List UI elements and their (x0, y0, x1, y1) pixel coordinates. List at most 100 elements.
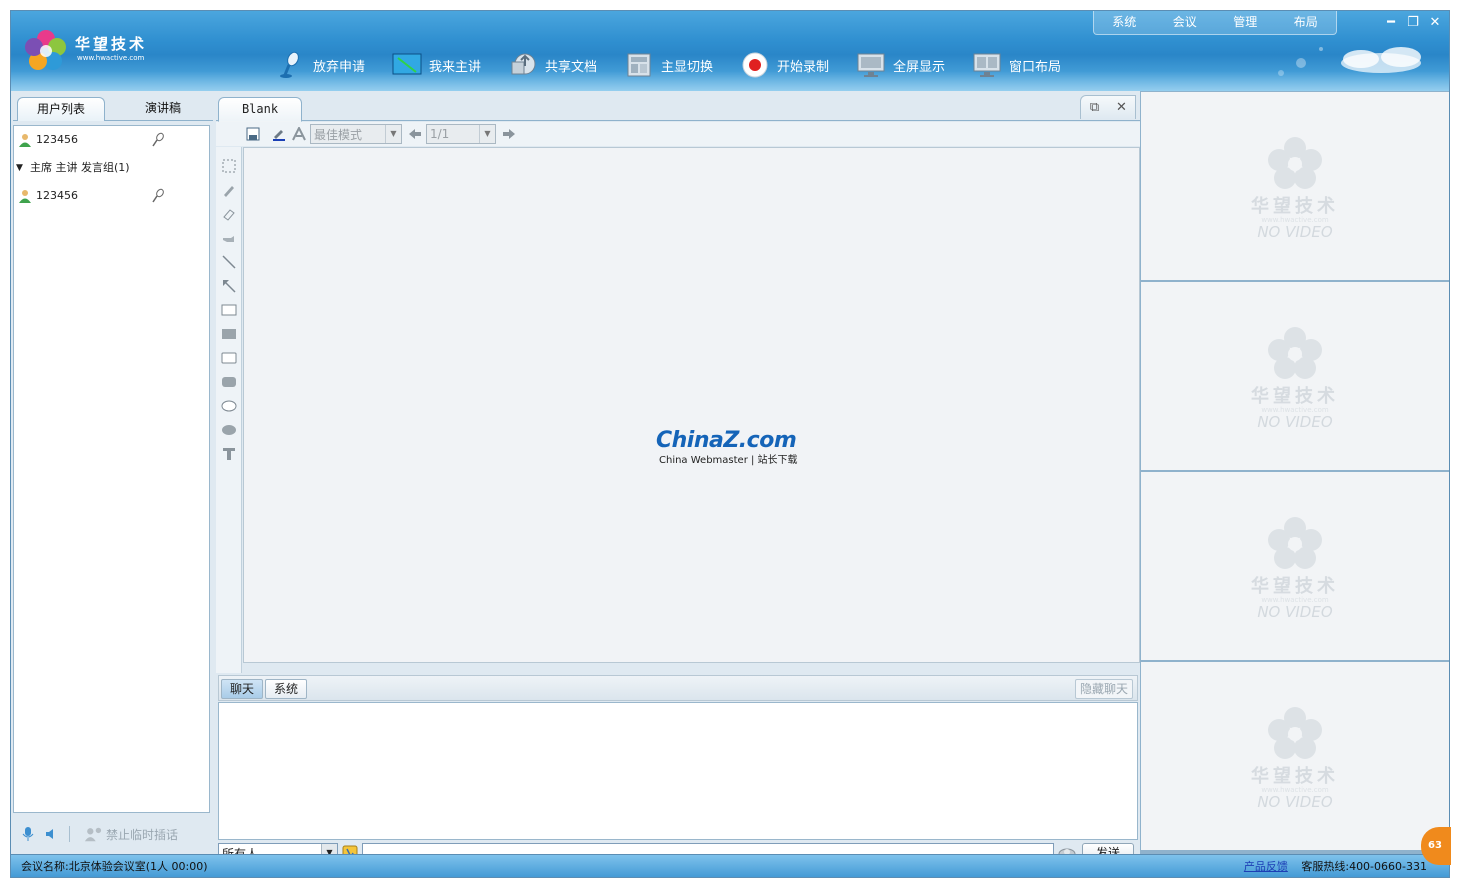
user-name: 123456 (36, 189, 78, 202)
document-area: Blank ⧉ ✕ 最佳模式 ▼ 1/1 ▼ ChinaZ.com China … (216, 91, 1140, 863)
share-document-label: 共享文档 (545, 59, 598, 75)
chevron-down-icon[interactable]: ▼ (385, 125, 401, 143)
start-record-button[interactable]: 开始录制 (740, 49, 856, 81)
user-list: 123456 ▼ 主席 主讲 发言组(1) 123456 (13, 125, 210, 813)
menu-manage[interactable]: 管理 (1215, 11, 1276, 34)
share-document-icon (508, 51, 538, 79)
tab-system[interactable]: 系统 (265, 679, 308, 699)
page-select[interactable]: 1/1 ▼ (426, 124, 496, 144)
tab-blank[interactable]: Blank (218, 97, 302, 122)
user-icon (19, 134, 31, 147)
tab-speech-notes[interactable]: 演讲稿 (119, 97, 207, 121)
video-brand: 华望技术 (1251, 766, 1339, 787)
window-layout-label: 窗口布局 (1009, 59, 1062, 75)
main-toolbar: 放弃申请 我来主讲 共享文档 主显切换 开始录制 全屏显示 窗口布局 (276, 49, 1088, 81)
chat-area: 聊天 系统 隐藏聊天 所有人 ▼ 发送 (216, 675, 1140, 863)
clouds-decoration (1278, 47, 1421, 76)
close-document-icon[interactable]: ✕ (1114, 100, 1130, 116)
video-panel[interactable]: 华望技术 www.hwactive.com NO VIDEO (1141, 472, 1449, 660)
filled-rounded-rectangle-icon[interactable] (220, 373, 238, 391)
whiteboard-canvas[interactable]: ChinaZ.com China Webmaster | 站长下载 (243, 147, 1140, 663)
share-document-button[interactable]: 共享文档 (508, 49, 624, 81)
video-status: NO VIDEO (1257, 793, 1333, 811)
video-panel[interactable]: 华望技术 www.hwactive.com NO VIDEO (1141, 662, 1449, 850)
microphone-icon (276, 51, 306, 79)
ellipse-icon[interactable] (220, 397, 238, 415)
user-row[interactable]: 123456 (14, 128, 209, 152)
watermark: ChinaZ.com China Webmaster | 站长下载 (656, 428, 816, 468)
video-panel[interactable]: 华望技术 www.hwactive.com NO VIDEO (1141, 92, 1449, 280)
video-panel[interactable]: 华望技术 www.hwactive.com NO VIDEO (1141, 282, 1449, 470)
take-presenter-button[interactable]: 我来主讲 (392, 49, 508, 81)
filled-ellipse-icon[interactable] (220, 421, 238, 439)
filled-rectangle-icon[interactable] (220, 325, 238, 343)
giveup-request-button[interactable]: 放弃申请 (276, 49, 392, 81)
mic-off-icon[interactable] (150, 188, 166, 204)
status-right: 产品反馈 客服热线:400-0660-331 (1244, 855, 1427, 877)
document-toolbar: 最佳模式 ▼ 1/1 ▼ (216, 122, 1140, 146)
video-placeholder: 华望技术 www.hwactive.com NO VIDEO (1141, 324, 1449, 434)
notification-badge[interactable]: 63 (1421, 827, 1451, 865)
prev-page-icon[interactable] (406, 125, 424, 143)
divider (69, 826, 70, 842)
record-icon (740, 51, 770, 79)
watermark-main: ChinaZ.com (656, 428, 797, 453)
take-presenter-label: 我来主讲 (429, 59, 482, 75)
eraser-icon[interactable] (220, 205, 238, 223)
text-tool-icon[interactable] (220, 445, 238, 463)
expand-triangle-icon[interactable]: ▼ (16, 157, 23, 179)
video-placeholder: 华望技术 www.hwactive.com NO VIDEO (1141, 704, 1449, 814)
hide-chat-button[interactable]: 隐藏聊天 (1074, 679, 1133, 699)
chevron-down-icon[interactable]: ▼ (479, 125, 495, 143)
fullscreen-button[interactable]: 全屏显示 (856, 49, 972, 81)
left-tabs: 用户列表 演讲稿 (13, 97, 213, 121)
tab-user-list[interactable]: 用户列表 (17, 97, 105, 121)
mic-off-icon[interactable] (150, 132, 166, 148)
logo-url: www.hwactive.com (77, 54, 145, 62)
chat-tabs: 聊天 系统 隐藏聊天 (218, 675, 1138, 701)
feedback-link[interactable]: 产品反馈 (1244, 860, 1288, 873)
watermark-sub: China Webmaster | 站长下载 (659, 455, 798, 466)
disable-interrupt-label[interactable]: 禁止临时插话 (106, 826, 178, 843)
font-icon[interactable] (290, 125, 308, 143)
user-name: 123456 (36, 133, 78, 146)
video-status: NO VIDEO (1257, 603, 1333, 621)
restore-icon[interactable]: ❐ (1405, 15, 1421, 31)
group-row[interactable]: ▼ 主席 主讲 发言组(1) (14, 157, 209, 179)
menu-meeting[interactable]: 会议 (1155, 11, 1216, 34)
pointer-hand-icon[interactable] (220, 229, 238, 247)
rectangle-icon[interactable] (220, 301, 238, 319)
pen-color-icon[interactable] (270, 125, 288, 143)
conference-window: 华望技术 www.hwactive.com 系统 会议 管理 布局 ━ ❐ ✕ (10, 10, 1450, 878)
menu-system[interactable]: 系统 (1094, 11, 1155, 34)
meeting-info: 会议名称:北京体验会议室(1人 00:00) (21, 860, 208, 873)
flower-logo-icon (1268, 327, 1322, 379)
next-page-icon[interactable] (500, 125, 518, 143)
group-name: 主席 主讲 发言组(1) (30, 161, 130, 174)
popout-icon[interactable]: ⧉ (1087, 100, 1103, 116)
select-rect-icon[interactable] (220, 157, 238, 175)
view-mode-select[interactable]: 最佳模式 ▼ (310, 124, 402, 144)
window-layout-button[interactable]: 窗口布局 (972, 49, 1088, 81)
menu-layout[interactable]: 布局 (1276, 11, 1337, 34)
user-row[interactable]: 123456 (14, 184, 209, 208)
microphone-toggle-icon[interactable] (19, 825, 37, 843)
flower-logo-icon (25, 30, 66, 70)
pencil-icon[interactable] (220, 181, 238, 199)
user-icon (19, 190, 31, 203)
arrow-icon[interactable] (220, 277, 238, 295)
main-display-switch-button[interactable]: 主显切换 (624, 49, 740, 81)
left-panel: 用户列表 演讲稿 123456 ▼ 主席 主讲 发言组(1) 123456 禁止… (11, 91, 215, 854)
rounded-rectangle-icon[interactable] (220, 349, 238, 367)
save-icon[interactable] (244, 125, 262, 143)
video-panels: 华望技术 www.hwactive.com NO VIDEO 华望技术 www.… (1140, 91, 1449, 854)
chat-messages[interactable] (218, 702, 1138, 840)
user-block-icon[interactable] (84, 825, 102, 843)
video-placeholder: 华望技术 www.hwactive.com NO VIDEO (1141, 514, 1449, 624)
window-layout-icon (972, 51, 1002, 79)
speaker-icon[interactable] (43, 825, 61, 843)
tab-chat[interactable]: 聊天 (221, 679, 264, 699)
line-icon[interactable] (220, 253, 238, 271)
close-icon[interactable]: ✕ (1427, 15, 1443, 31)
minimize-icon[interactable]: ━ (1383, 15, 1399, 31)
